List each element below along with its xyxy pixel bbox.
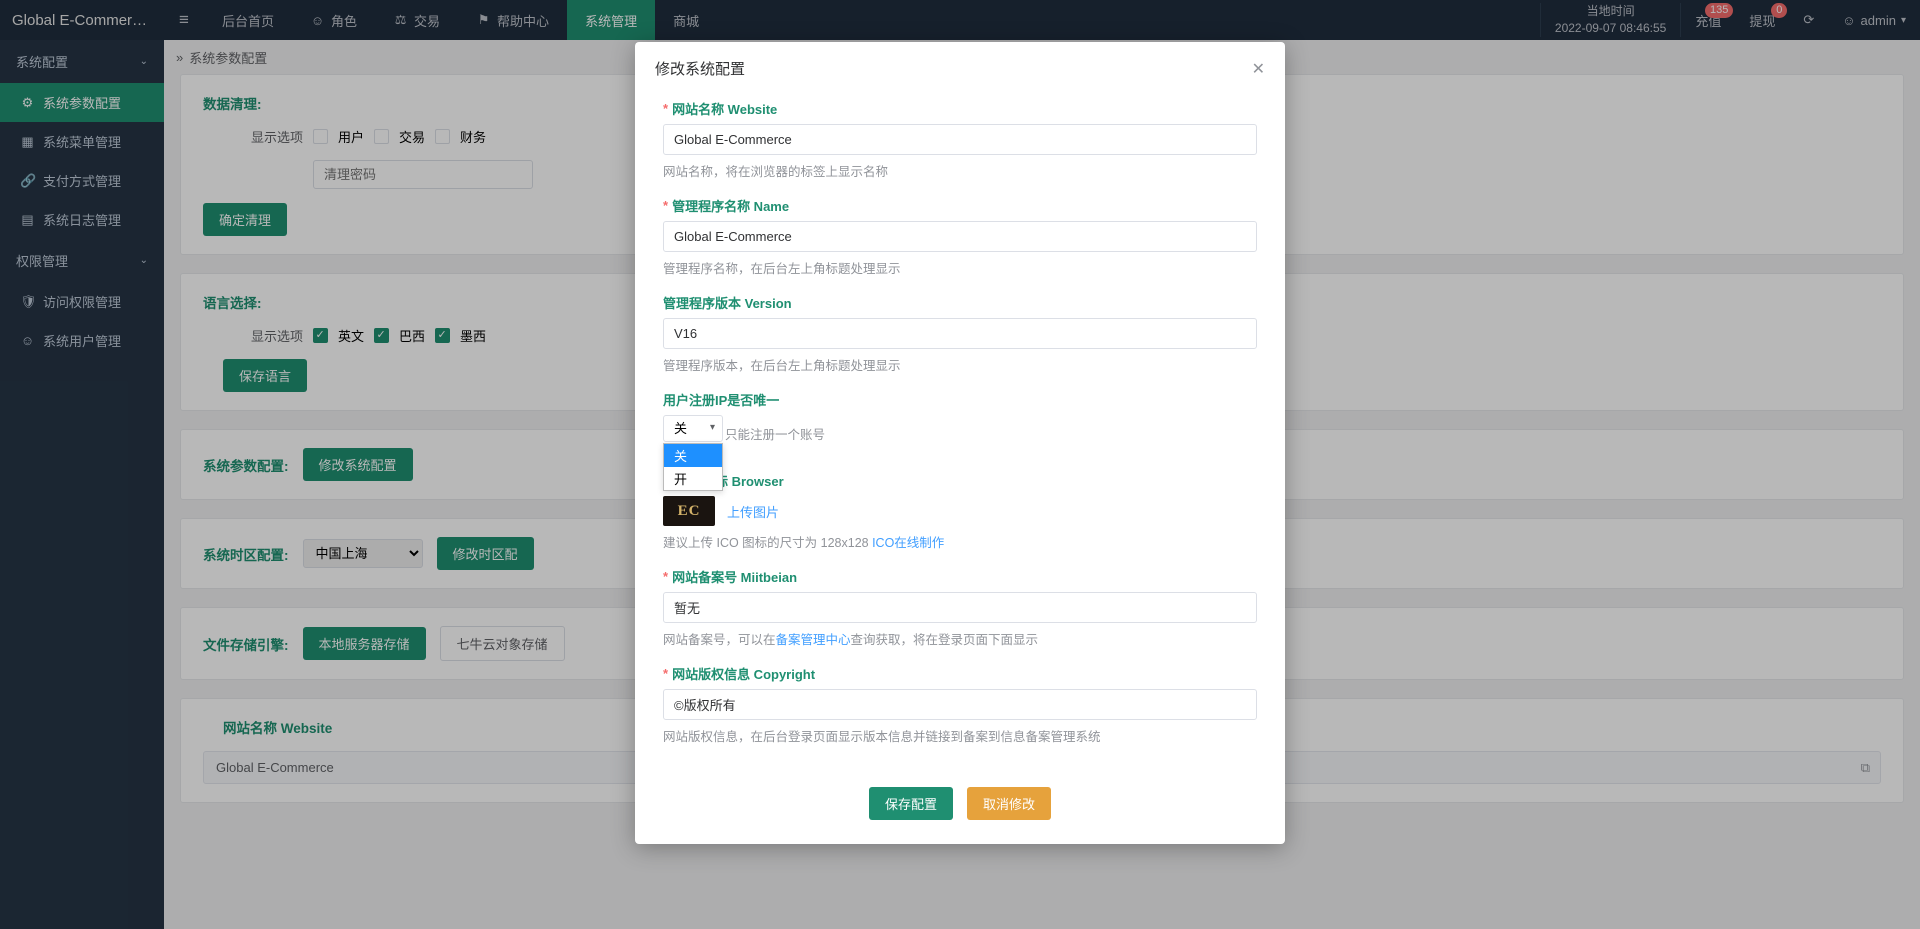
required-mark: *	[663, 101, 668, 116]
field-label: 管理程序版本 Version	[663, 293, 792, 312]
copyright-input[interactable]	[663, 689, 1257, 720]
field-label: 网站名称 Website	[672, 99, 777, 118]
miitbeian-input[interactable]	[663, 592, 1257, 623]
ip-unique-select[interactable]: 关	[663, 415, 723, 442]
dropdown-option-off[interactable]: 关	[664, 444, 722, 467]
browser-logo-preview: EC	[663, 496, 715, 526]
required-mark: *	[663, 666, 668, 681]
field-help: 建议上传 ICO 图标的尺寸为 128x128 ICO在线制作	[663, 532, 1257, 551]
name-input[interactable]	[663, 221, 1257, 252]
ico-maker-link[interactable]: ICO在线制作	[872, 536, 944, 550]
required-mark: *	[663, 569, 668, 584]
field-help: 管理程序名称，在后台左上角标题处理显示	[663, 258, 1257, 277]
field-help: 网站备案号，可以在备案管理中心查询获取，将在登录页面下面显示	[663, 629, 1257, 648]
dropdown-option-on[interactable]: 开	[664, 467, 722, 490]
version-input[interactable]	[663, 318, 1257, 349]
field-help: 网站版权信息，在后台登录页面显示版本信息并链接到备案到信息备案管理系统	[663, 726, 1257, 745]
ip-select-dropdown: 关 开	[663, 443, 723, 491]
field-label: 网站版权信息 Copyright	[672, 664, 815, 683]
modal-system-config: 修改系统配置 ✕ * 网站名称 Website 网站名称，将在浏览器的标签上显示名…	[635, 42, 1285, 844]
website-input[interactable]	[663, 124, 1257, 155]
field-label: 用户注册IP是否唯一	[663, 390, 779, 409]
upload-image-link[interactable]: 上传图片	[727, 502, 779, 521]
beian-center-link[interactable]: 备案管理中心	[776, 633, 851, 647]
required-mark: *	[663, 198, 668, 213]
field-help: 网站名称，将在浏览器的标签上显示名称	[663, 161, 1257, 180]
field-help: 只能注册一个账号	[725, 424, 1257, 443]
field-help: 管理程序版本，在后台左上角标题处理显示	[663, 355, 1257, 374]
cancel-modify-button[interactable]: 取消修改	[967, 787, 1051, 820]
field-label: 网站备案号 Miitbeian	[672, 567, 797, 586]
field-label: 管理程序名称 Name	[672, 196, 789, 215]
save-config-button[interactable]: 保存配置	[869, 787, 953, 820]
close-icon[interactable]: ✕	[1252, 59, 1265, 79]
modal-title: 修改系统配置	[655, 58, 745, 79]
